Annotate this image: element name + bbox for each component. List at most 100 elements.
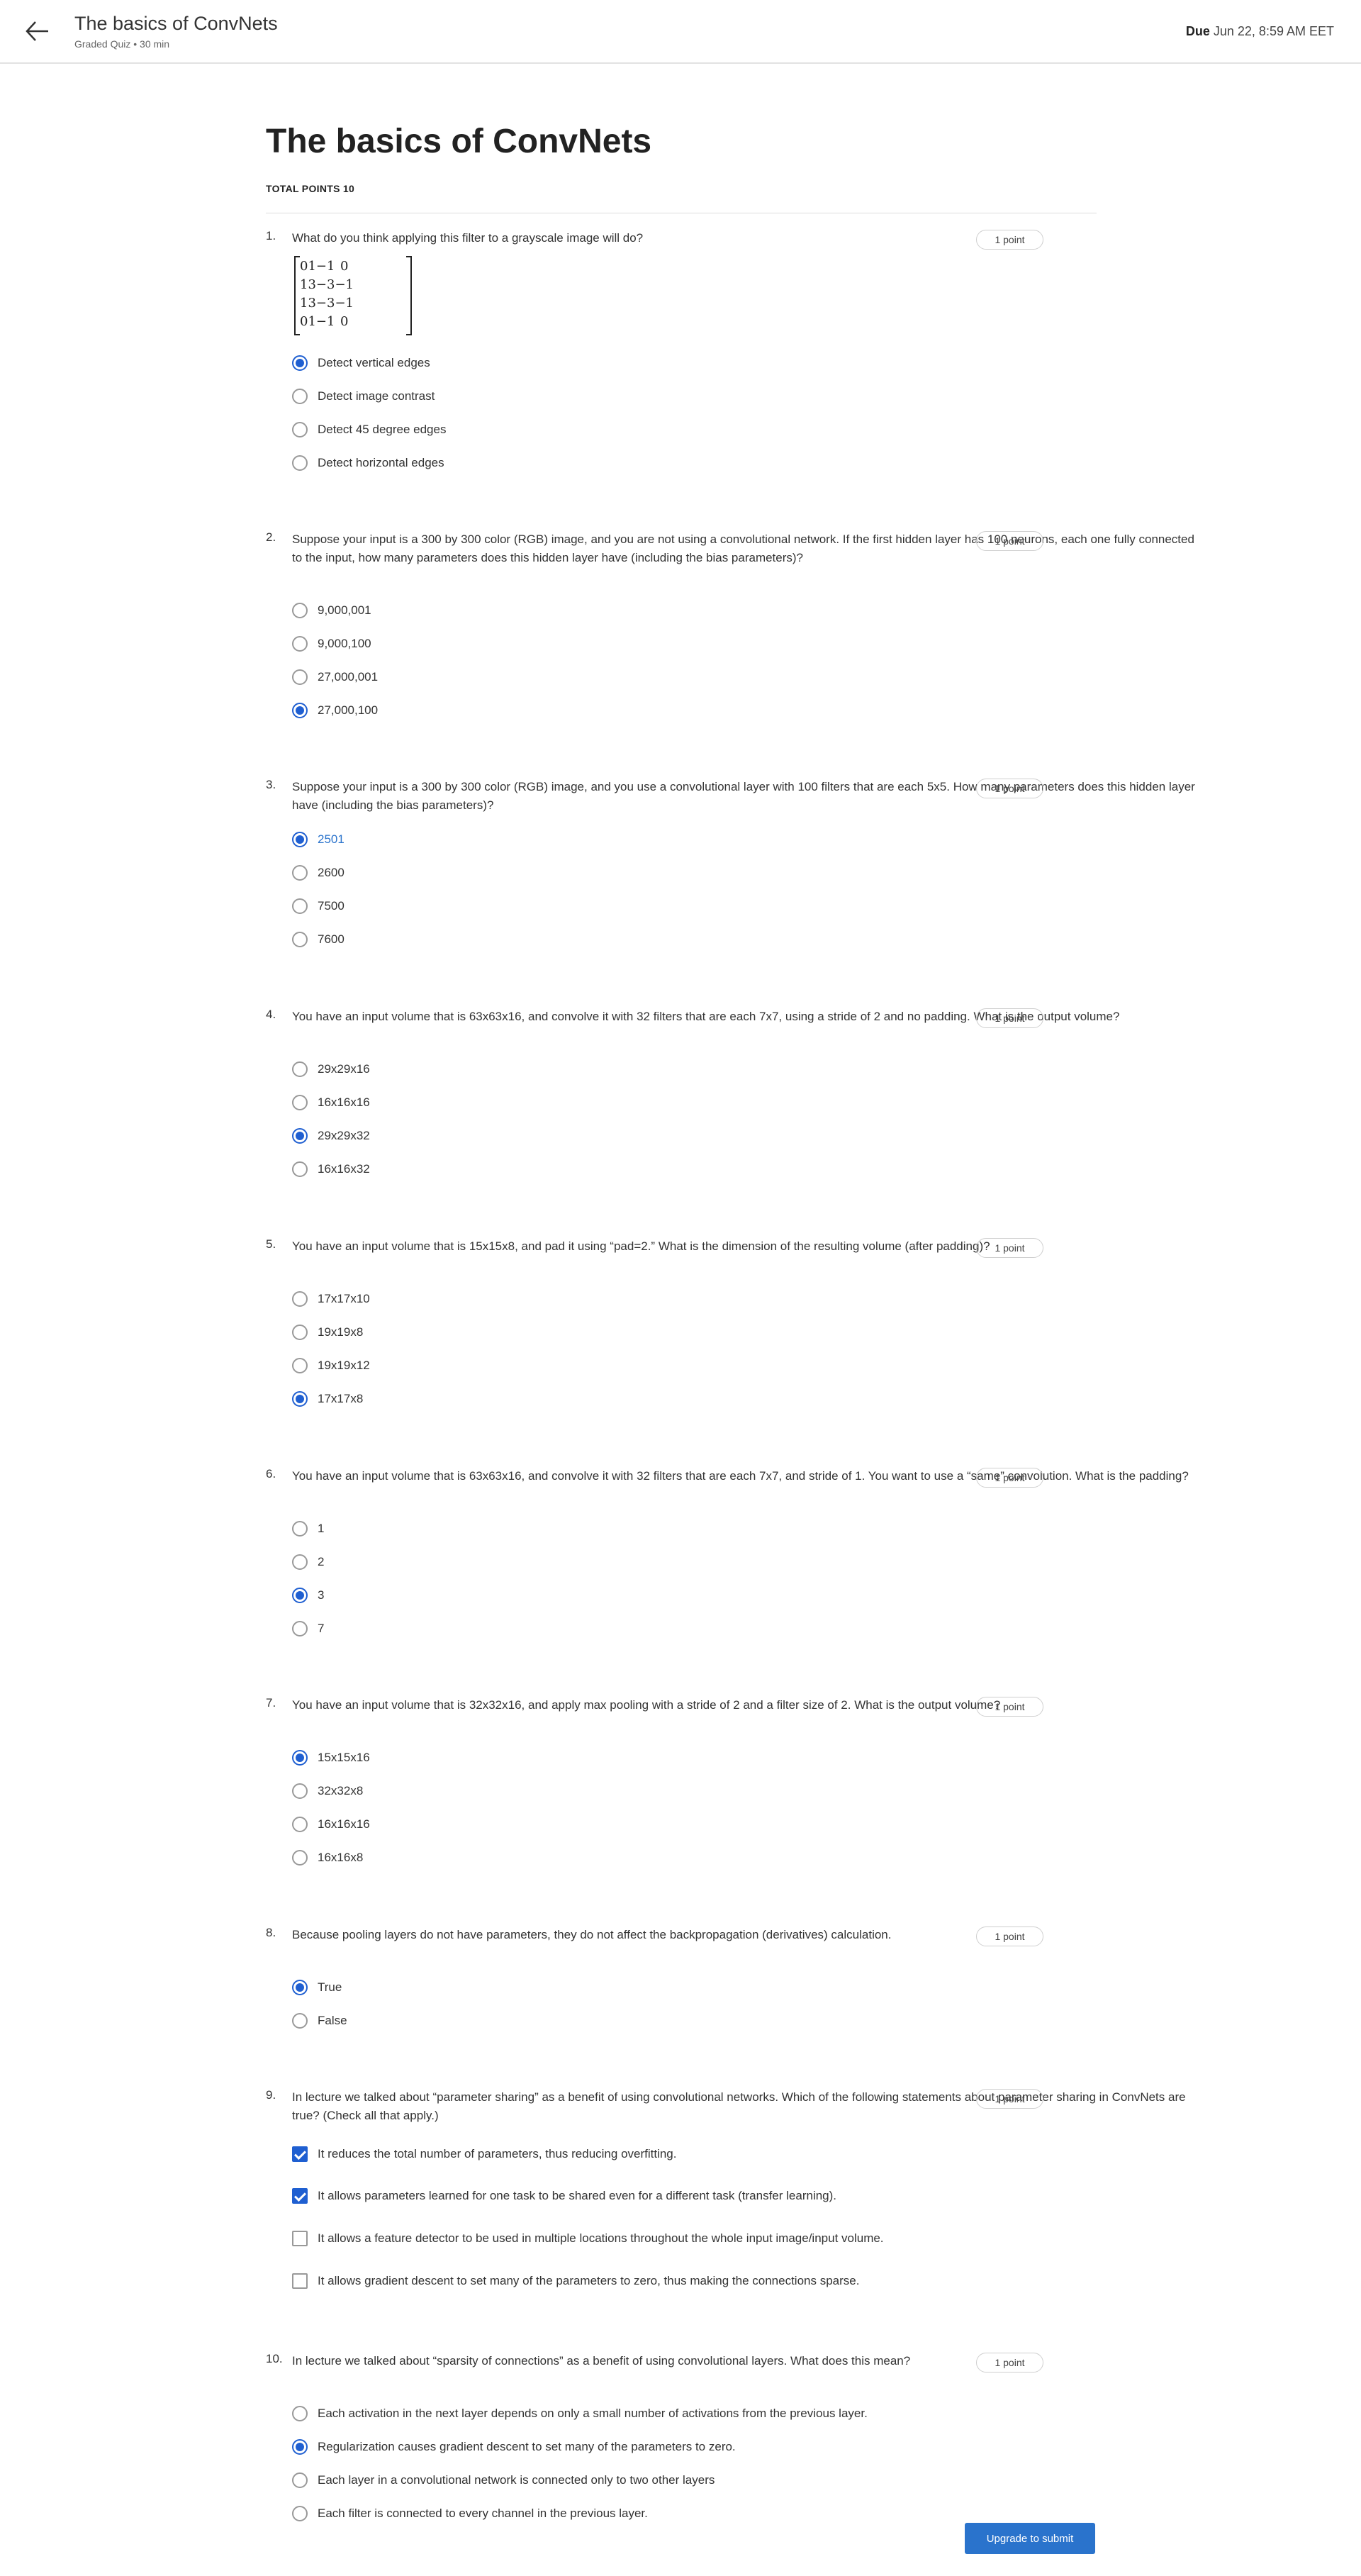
answer-option[interactable]: It allows parameters learned for one tas… xyxy=(292,2185,836,2207)
radio-button[interactable] xyxy=(292,1161,308,1177)
radio-button[interactable] xyxy=(292,1850,308,1866)
radio-button[interactable] xyxy=(292,1061,308,1077)
due-date: Due Jun 22, 8:59 AM EET xyxy=(1186,24,1334,39)
answer-option[interactable]: It allows a feature detector to be used … xyxy=(292,2228,884,2249)
answer-option[interactable]: 29x29x16 xyxy=(292,1059,370,1080)
answer-option[interactable]: Detect image contrast xyxy=(292,386,435,407)
radio-button[interactable] xyxy=(292,2406,308,2421)
question-text: Suppose your input is a 300 by 300 color… xyxy=(292,780,1195,812)
upgrade-to-submit-button[interactable]: Upgrade to submit xyxy=(965,2523,1095,2554)
answer-option[interactable]: 16x16x32 xyxy=(292,1159,370,1180)
answer-option[interactable]: Each layer in a convolutional network is… xyxy=(292,2470,715,2491)
answer-option[interactable]: Detect 45 degree edges xyxy=(292,419,446,440)
radio-selected[interactable] xyxy=(292,355,308,371)
radio-button[interactable] xyxy=(292,865,308,881)
checkbox-checked[interactable] xyxy=(292,2188,308,2204)
answer-option[interactable]: It reduces the total number of parameter… xyxy=(292,2143,677,2165)
option-label: 2600 xyxy=(318,866,345,879)
radio-button[interactable] xyxy=(292,1817,308,1832)
radio-button[interactable] xyxy=(292,898,308,914)
answer-option[interactable]: Each activation in the next layer depend… xyxy=(292,2403,868,2424)
radio-selected[interactable] xyxy=(292,703,308,718)
option-label: Detect horizontal edges xyxy=(318,456,444,469)
answer-option[interactable]: Detect vertical edges xyxy=(292,352,430,374)
answer-option[interactable]: True xyxy=(292,1977,342,1998)
answer-option[interactable]: 3 xyxy=(292,1585,324,1606)
answer-option[interactable]: 7500 xyxy=(292,896,345,917)
answer-option[interactable]: 9,000,001 xyxy=(292,600,371,621)
radio-selected[interactable] xyxy=(292,832,308,847)
answer-option[interactable]: 19x19x12 xyxy=(292,1355,370,1376)
radio-button[interactable] xyxy=(292,2506,308,2521)
answer-option[interactable]: Regularization causes gradient descent t… xyxy=(292,2436,736,2458)
option-label: 15x15x16 xyxy=(318,1751,370,1764)
radio-button[interactable] xyxy=(292,1095,308,1110)
radio-button[interactable] xyxy=(292,2013,308,2029)
answer-option[interactable]: Detect horizontal edges xyxy=(292,452,444,474)
answer-option[interactable]: 1 xyxy=(292,1518,324,1539)
answer-option[interactable]: 7600 xyxy=(292,929,345,950)
answer-option[interactable]: 16x16x8 xyxy=(292,1847,363,1868)
question-text: Because pooling layers do not have param… xyxy=(292,1928,892,1941)
radio-selected[interactable] xyxy=(292,1588,308,1603)
matrix-cell: 1 xyxy=(308,258,316,274)
radio-selected[interactable] xyxy=(292,1128,308,1144)
radio-button[interactable] xyxy=(292,2472,308,2488)
matrix-cell: −3 xyxy=(315,277,335,292)
radio-button[interactable] xyxy=(292,636,308,652)
answer-option[interactable]: 32x32x8 xyxy=(292,1780,363,1802)
points-badge: 1 point xyxy=(976,2089,1043,2109)
answer-option[interactable]: 29x29x32 xyxy=(292,1125,370,1147)
answer-option[interactable]: 2501 xyxy=(292,829,345,850)
radio-button[interactable] xyxy=(292,455,308,471)
radio-button[interactable] xyxy=(292,422,308,437)
answer-option[interactable]: 16x16x16 xyxy=(292,1814,370,1835)
radio-button[interactable] xyxy=(292,669,308,685)
answer-option[interactable]: 17x17x10 xyxy=(292,1288,370,1310)
answer-option[interactable]: 27,000,100 xyxy=(292,700,378,721)
option-label: 1 xyxy=(318,1522,325,1535)
radio-button[interactable] xyxy=(292,1325,308,1340)
radio-selected[interactable] xyxy=(292,1391,308,1407)
checkbox[interactable] xyxy=(292,2273,308,2289)
back-arrow-icon[interactable] xyxy=(21,16,52,47)
matrix-cell: 3 xyxy=(308,277,316,292)
points-badge: 1 point xyxy=(976,1008,1043,1028)
question-text: In lecture we talked about “parameter sh… xyxy=(292,2090,1186,2122)
answer-option[interactable]: Each filter is connected to every channe… xyxy=(292,2503,648,2524)
answer-option[interactable]: 2600 xyxy=(292,862,345,883)
option-label: 16x16x16 xyxy=(318,1817,370,1831)
answer-option[interactable]: It allows gradient descent to set many o… xyxy=(292,2270,859,2292)
answer-option[interactable]: 9,000,100 xyxy=(292,633,371,654)
radio-selected[interactable] xyxy=(292,1750,308,1766)
radio-button[interactable] xyxy=(292,1783,308,1799)
answer-option[interactable]: 2 xyxy=(292,1551,324,1573)
radio-button[interactable] xyxy=(292,1291,308,1307)
radio-selected[interactable] xyxy=(292,2439,308,2455)
option-label: 7500 xyxy=(318,899,345,913)
matrix-cell: −1 xyxy=(335,277,354,292)
radio-button[interactable] xyxy=(292,389,308,404)
checkbox[interactable] xyxy=(292,2231,308,2246)
matrix-cell: −1 xyxy=(335,295,354,311)
radio-button[interactable] xyxy=(292,932,308,947)
answer-option[interactable]: 15x15x16 xyxy=(292,1747,370,1768)
radio-button[interactable] xyxy=(292,1621,308,1637)
checkbox-checked[interactable] xyxy=(292,2146,308,2162)
answer-option[interactable]: 7 xyxy=(292,1618,324,1639)
radio-button[interactable] xyxy=(292,1358,308,1373)
radio-button[interactable] xyxy=(292,1554,308,1570)
question-text: You have an input volume that is 32x32x1… xyxy=(292,1698,1001,1712)
points-badge: 1 point xyxy=(976,779,1043,798)
answer-option[interactable]: 27,000,001 xyxy=(292,667,378,688)
answer-option[interactable]: 17x17x8 xyxy=(292,1388,363,1410)
answer-option[interactable]: 16x16x16 xyxy=(292,1092,370,1113)
matrix-cell: 3 xyxy=(308,295,316,311)
radio-button[interactable] xyxy=(292,1521,308,1537)
option-label: True xyxy=(318,1980,342,1994)
radio-selected[interactable] xyxy=(292,1980,308,1995)
option-label: It allows a feature detector to be used … xyxy=(318,2231,884,2245)
answer-option[interactable]: 19x19x8 xyxy=(292,1322,363,1343)
radio-button[interactable] xyxy=(292,603,308,618)
answer-option[interactable]: False xyxy=(292,2010,347,2031)
